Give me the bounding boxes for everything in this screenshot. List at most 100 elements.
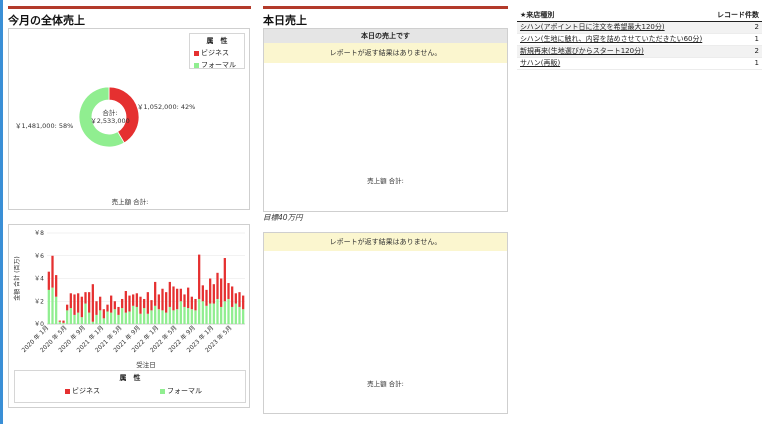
table-row: シハン(アポイント日に注文を希望最大120分) 2 [517, 21, 762, 34]
bar-business [183, 294, 186, 307]
col-header-record-count[interactable]: レコード件数 [712, 9, 762, 22]
business-swatch [65, 388, 70, 394]
bar-business [69, 293, 72, 309]
bar-business [73, 294, 76, 315]
bar-business [84, 292, 87, 304]
record-count: 2 [712, 45, 762, 58]
bar-formal [95, 314, 98, 324]
bar-business [223, 258, 226, 302]
bar-formal [121, 308, 124, 324]
table-header-row: ★来店種別 レコード件数 [517, 9, 762, 22]
visit-type-link[interactable]: サハン(再販) [520, 59, 560, 67]
bar-formal [117, 314, 120, 324]
history-chart-panel: ￥0 ￥2 ￥4 ￥6 ￥8 金額 合計 (百万) 2020 年 1月 2020 年 5月 20… [8, 224, 250, 408]
donut-label-business: ￥1,052,000: 42% [137, 103, 196, 111]
bar-business [220, 278, 223, 307]
bar-business [135, 293, 138, 307]
monthly-donut-panel: 属 性 ビジネス フォーマル 合計: ￥2,533,000 ￥1,052,000… [8, 28, 250, 210]
bar-business [154, 281, 157, 306]
bar-formal [91, 321, 94, 324]
bar-business [91, 284, 94, 322]
bar-business [66, 304, 69, 311]
bar-formal [176, 309, 179, 324]
bar-formal [201, 301, 204, 324]
bar-formal [88, 312, 91, 324]
bar-formal [190, 309, 193, 324]
visit-type-link[interactable]: 新規再来(生地選びからスタート120分) [520, 47, 644, 55]
bar-formal [77, 312, 80, 324]
bar-business [234, 293, 237, 304]
visit-type-link[interactable]: シハン(生地に触れ、内容を詰めさせていただきたい60分) [520, 35, 702, 43]
bar-formal [51, 287, 54, 324]
bar-formal [150, 310, 153, 324]
visit-type-link[interactable]: シハン(アポイント日に注文を希望最大120分) [520, 23, 665, 31]
bar-formal [194, 310, 197, 324]
target-footer: 売上額 合計: [367, 380, 404, 388]
bar-formal [172, 310, 175, 324]
bar-legend-label-business: ビジネス [72, 387, 100, 395]
donut-label-formal: ￥1,481,000: 58% [15, 122, 74, 130]
visit-type-table: ★来店種別 レコード件数 シハン(アポイント日に注文を希望最大120分) 2 シ… [517, 9, 762, 70]
bar-legend-item-business: ビジネス [65, 386, 100, 396]
bar-business [117, 306, 120, 315]
bar-formal [146, 313, 149, 324]
bar-business [55, 275, 58, 297]
daily-report-header: 本日の売上です [264, 29, 507, 43]
bar-formal [154, 305, 157, 324]
record-count: 1 [712, 57, 762, 70]
monthly-sales-heading: 今月の全体売上 [8, 6, 251, 28]
table-row: サハン(再販) 1 [517, 57, 762, 70]
bar-formal [187, 308, 190, 324]
bar-business [176, 288, 179, 310]
bar-formal [209, 303, 212, 324]
bar-business [205, 289, 208, 306]
bar-business [121, 298, 124, 309]
bar-formal [110, 312, 113, 324]
y-tick-label: ￥2 [34, 298, 44, 305]
bar-business [157, 294, 160, 310]
bar-legend: 属 性 ビジネス フォーマル [14, 370, 246, 403]
bar-business [165, 292, 168, 313]
bar-business [231, 286, 234, 307]
y-tick-label: ￥4 [34, 276, 44, 283]
bar-legend-title: 属 性 [119, 374, 141, 382]
daily-sales-title: 本日売上 [263, 14, 307, 27]
bar-formal [128, 311, 131, 324]
bar-formal [183, 306, 186, 324]
bar-business [47, 271, 50, 290]
bar-business [212, 284, 215, 304]
formal-swatch [160, 388, 165, 394]
bar-business [227, 283, 230, 299]
bar-formal [238, 306, 241, 324]
bar-legend-item-formal: フォーマル [160, 386, 202, 396]
bar-formal [135, 306, 138, 324]
bar-business [209, 278, 212, 304]
bar-formal [157, 309, 160, 324]
bar-formal [179, 301, 182, 324]
bar-formal [73, 314, 76, 324]
target-report-panel: レポートが返す結果はありません。 売上額 合計: [263, 232, 508, 414]
col-header-visit-type[interactable]: ★来店種別 [517, 9, 713, 22]
bar-formal [216, 298, 219, 324]
bar-formal [47, 289, 50, 324]
bar-business [51, 255, 54, 288]
bar-formal [80, 317, 83, 324]
bar-formal [165, 312, 168, 324]
bar-business [95, 301, 98, 315]
bar-formal [66, 310, 69, 324]
bar-business [194, 298, 197, 311]
bar-business [187, 287, 190, 309]
bar-formal [234, 303, 237, 324]
bar-formal [69, 308, 72, 324]
bar-business [172, 286, 175, 311]
record-count: 2 [712, 21, 762, 34]
bar-business [146, 292, 149, 314]
bar-formal [58, 321, 61, 324]
bar-formal [168, 306, 171, 324]
bar-formal [139, 313, 142, 324]
bar-formal [227, 298, 230, 324]
monthly-sales-title: 今月の全体売上 [8, 14, 85, 27]
bar-business [124, 291, 127, 313]
bar-business [77, 293, 80, 313]
bar-formal [113, 309, 116, 324]
